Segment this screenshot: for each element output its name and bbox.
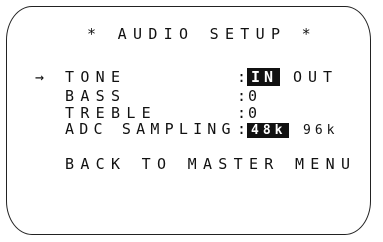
treble-value[interactable]: 0 — [248, 106, 262, 121]
adc-sampling-separator: : — [237, 120, 247, 138]
treble-separator: : — [237, 104, 247, 122]
bass-label: BASS — [65, 87, 127, 105]
adc-option-96k[interactable]: 96k — [303, 123, 338, 138]
menu-title: * AUDIO SETUP * — [87, 25, 317, 43]
adc-sampling-label: ADC SAMPLING — [65, 120, 236, 138]
tone-label: TONE — [65, 68, 127, 86]
right-arrow-icon: → — [35, 68, 45, 86]
treble-label: TREBLE — [65, 104, 157, 122]
adc-option-48k-label: 48k — [247, 123, 290, 138]
osd-menu-screen: * AUDIO SETUP * → TONE : IN OUT BASS : 0… — [6, 6, 371, 235]
bass-separator: : — [237, 87, 247, 105]
bass-value[interactable]: 0 — [248, 89, 262, 104]
tone-separator: : — [237, 68, 247, 86]
tone-option-in[interactable]: IN — [247, 68, 281, 86]
back-to-master-menu-item[interactable]: BACK TO MASTER MENU — [65, 157, 356, 172]
tone-option-out[interactable]: OUT — [293, 70, 338, 85]
tone-option-in-label: IN — [247, 68, 281, 86]
adc-option-48k[interactable]: 48k — [247, 122, 290, 138]
